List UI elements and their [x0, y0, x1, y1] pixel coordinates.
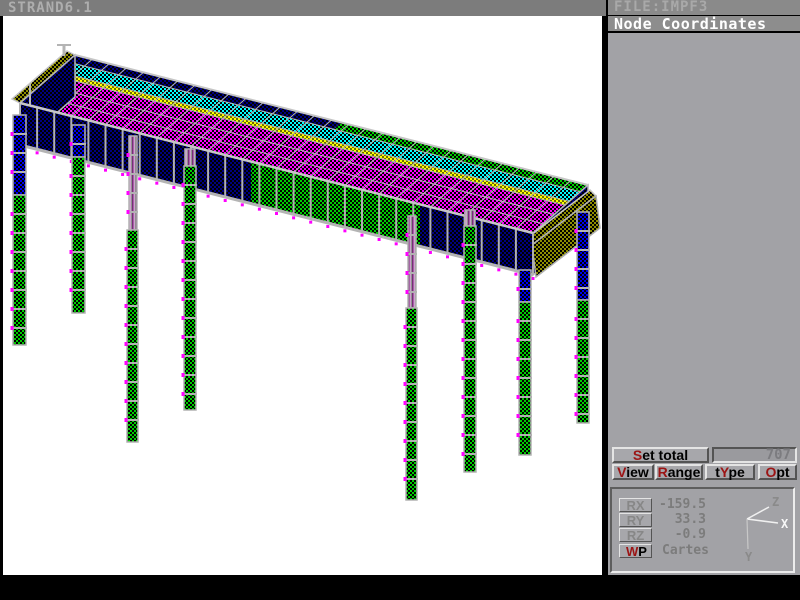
wp-hotkey: W — [626, 544, 638, 559]
rz-value: -0.9 — [654, 528, 706, 542]
column-segment-blue — [519, 270, 531, 302]
x-axis-line — [747, 519, 778, 523]
column-segment-green — [184, 166, 196, 410]
rz-button[interactable]: RZ — [619, 528, 652, 542]
rotation-group-box: RX -159.5 RY 33.3 RZ -0.9 WP Cartes Z X — [610, 487, 795, 573]
column-segment-purple — [185, 149, 195, 166]
type-button[interactable]: tYpe — [705, 464, 755, 480]
file-bar: FILE:IMPF3 — [608, 0, 800, 15]
column-segment-green — [127, 230, 138, 442]
column-segment-purple — [465, 210, 475, 226]
rx-value: -159.5 — [654, 498, 706, 512]
column-segment-purple — [129, 136, 137, 230]
view-hotkey: V — [617, 464, 626, 480]
wp-button[interactable]: WP — [619, 544, 652, 558]
y-axis-label: Y — [745, 550, 753, 564]
app-title: STRAND6.1 — [8, 0, 93, 16]
rx-button[interactable]: RX — [619, 498, 652, 512]
z-axis-label: Z — [772, 495, 779, 509]
opt-button[interactable]: Opt — [758, 464, 797, 480]
column-segment-blue — [577, 212, 589, 300]
model-viewport[interactable] — [0, 16, 605, 575]
axis-triad: Z X Y — [711, 491, 791, 569]
ry-button[interactable]: RY — [619, 513, 652, 527]
ry-value: 33.3 — [654, 513, 706, 527]
y-axis-line — [747, 519, 748, 549]
file-label: FILE:IMPF3 — [614, 0, 708, 15]
set-total-button[interactable]: Set total — [612, 447, 709, 463]
column-segment-blue — [13, 115, 26, 195]
view-button[interactable]: View — [612, 464, 654, 480]
window-titlebar: STRAND6.1 — [0, 0, 606, 16]
bridge-model-drawing — [3, 16, 602, 575]
total-count-field: 707 — [712, 447, 797, 463]
range-hotkey: R — [658, 464, 668, 480]
column-segment-blue — [72, 125, 85, 157]
bottom-bar — [0, 575, 800, 600]
application-window: STRAND6.1 — [0, 0, 800, 600]
wp-mode-label: Cartes — [662, 544, 709, 558]
column-segment-purple — [408, 216, 416, 308]
range-button[interactable]: Range — [655, 464, 703, 480]
x-axis-label: X — [781, 517, 789, 531]
panel-title: Node Coordinates — [614, 15, 767, 33]
control-panel: FILE:IMPF3 Node Coordinates Set total 70… — [608, 0, 800, 575]
total-count-value: 707 — [766, 447, 791, 463]
opt-hotkey: O — [765, 464, 776, 480]
set-total-hotkey: S — [633, 447, 642, 463]
set-total-label: et total — [642, 447, 688, 463]
z-axis-line — [747, 507, 769, 519]
panel-title-bar: Node Coordinates — [608, 15, 800, 33]
